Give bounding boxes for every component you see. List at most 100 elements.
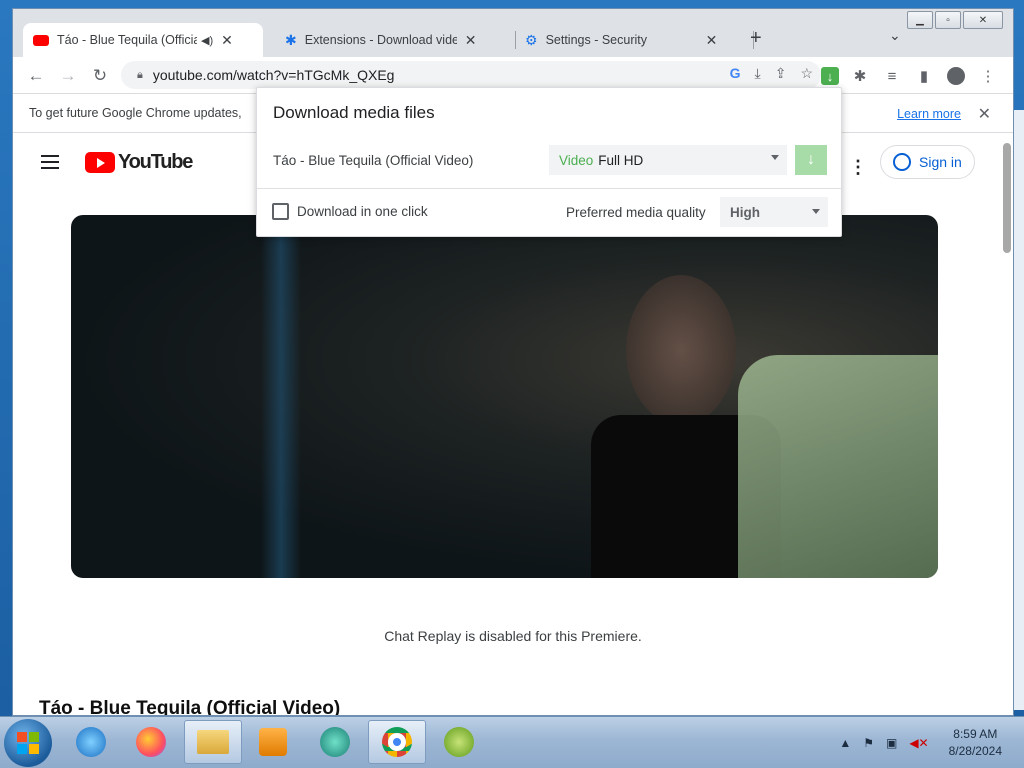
extensions-puzzle-icon[interactable]: ✱ [849,65,871,87]
download-button[interactable]: ↓ [795,145,827,175]
learn-more-link[interactable]: Learn more [897,107,961,121]
tab-label: Settings - Security [545,33,647,47]
preferred-quality-select[interactable]: High [720,197,828,227]
tab-search-chevron-icon[interactable]: ⌄ [889,27,901,44]
one-click-option[interactable]: Download in one click [272,203,428,220]
clock-time: 8:59 AM [953,727,998,741]
infobar-close-icon[interactable]: ✕ [978,104,991,124]
reload-icon[interactable]: ↻ [89,65,111,87]
close-window-button[interactable]: ✕ [963,11,1003,29]
avatar-icon [947,67,965,85]
clock[interactable]: 8:59 AM 8/28/2024 [949,726,1002,760]
download-arrow-icon: ↓ [807,151,815,168]
share-icon[interactable]: ⇪ [775,65,787,82]
omnibox-actions: G ⤓ ⇪ ☆ [730,65,813,82]
internet-explorer-icon [76,727,106,757]
teamviewer-app[interactable] [306,720,364,764]
network-icon[interactable]: ▣ [886,736,897,750]
tab-close-icon[interactable]: ✕ [706,32,718,49]
url-text: youtube.com/watch?v=hTGcMk_QXEg [152,67,395,83]
back-arrow-icon[interactable]: ← [25,65,47,87]
dropdown-arrow-icon [771,155,779,160]
hamburger-menu-icon[interactable] [41,155,59,173]
account-icon [893,153,911,171]
youtube-play-icon [85,152,115,173]
show-hidden-icons-icon[interactable]: ▲ [839,736,851,750]
tab-extensions[interactable]: ✱ Extensions - Download video & audio ✕ [275,23,509,57]
video-frame-person [738,355,938,578]
youtube-favicon-icon [33,34,49,46]
tab-label: Táo - Blue Tequila (Official Video) [57,33,197,47]
chrome-icon [382,727,412,757]
firefox-icon [136,727,166,757]
start-button[interactable] [4,719,52,767]
file-explorer-app[interactable] [184,720,242,764]
puzzle-icon: ✱ [285,31,297,48]
install-app-icon[interactable]: ⤓ [755,65,761,82]
bookmark-star-icon[interactable]: ☆ [800,65,813,82]
minimize-button[interactable]: ▁ [907,11,933,29]
youtube-wordmark: YouTube [118,151,193,173]
more-options-icon[interactable]: ⋮ [849,157,867,178]
system-tray: ▲ ⚑ ▣ ◀✕ 8:59 AM 8/28/2024 [839,717,1024,768]
maximize-button[interactable]: ▫ [935,11,961,29]
video-player[interactable] [71,215,938,578]
side-panel-icon[interactable]: ▮ [913,65,935,87]
dropdown-arrow-icon [812,209,820,214]
infobar-message: To get future Google Chrome updates, [29,106,242,120]
preferred-quality-value: High [730,204,760,220]
media-controls-icon[interactable]: ≡ [881,65,903,87]
coccoc-app[interactable] [430,720,488,764]
page-scrollbar[interactable] [1003,143,1011,253]
youtube-logo[interactable]: YouTube [85,151,193,174]
media-quality-select[interactable]: Video Full HD [549,145,787,175]
speaker-icon[interactable]: ◀) [201,34,213,47]
media-quality-value: Full HD [598,152,644,168]
video-title: Táo - Blue Tequila (Official Video) [39,698,341,715]
video-frame-light [261,215,301,578]
chat-replay-notice: Chat Replay is disabled for this Premier… [384,628,642,644]
media-kind-label: Video [559,152,594,168]
one-click-checkbox[interactable] [272,203,289,220]
chrome-app[interactable] [368,720,426,764]
media-name: Táo - Blue Tequila (Official Video) [273,153,474,168]
internet-explorer-app[interactable] [62,720,120,764]
teamviewer-icon [320,727,350,757]
preferred-quality-label: Preferred media quality [566,205,706,220]
tab-settings[interactable]: ⚙ Settings - Security ✕ [515,23,749,57]
chrome-window: ▁ ▫ ✕ Táo - Blue Tequila (Official Video… [12,8,1014,716]
window-controls: ▁ ▫ ✕ [907,11,1003,29]
tab-close-icon[interactable]: ✕ [221,32,233,49]
gear-icon: ⚙ [525,31,538,48]
tab-close-icon[interactable]: ✕ [465,32,477,49]
media-player-app[interactable] [244,720,302,764]
media-player-icon [259,728,287,756]
new-tab-button[interactable]: + [750,27,762,50]
google-lens-icon[interactable]: G [730,65,741,82]
chrome-menu-icon[interactable]: ⋮ [977,65,999,87]
volume-muted-icon[interactable]: ◀✕ [909,736,928,750]
sign-in-label: Sign in [919,154,962,170]
sign-in-button[interactable]: Sign in [880,145,975,179]
title-bar: ▁ ▫ ✕ Táo - Blue Tequila (Official Video… [13,9,1013,57]
popup-divider [257,188,841,189]
tab-youtube[interactable]: Táo - Blue Tequila (Official Video) ◀) ✕ [23,23,263,57]
address-bar[interactable]: 🔒︎ youtube.com/watch?v=hTGcMk_QXEg G ⤓ ⇪… [121,61,821,89]
taskbar: ▲ ⚑ ▣ ◀✕ 8:59 AM 8/28/2024 [0,716,1024,768]
lock-icon[interactable]: 🔒︎ [137,69,143,82]
popup-heading: Download media files [273,103,435,122]
download-media-popup: Download media files Táo - Blue Tequila … [256,87,842,237]
coccoc-icon [444,727,474,757]
windows-logo-icon [17,732,39,754]
forward-arrow-icon[interactable]: → [57,65,79,87]
folder-icon [197,730,229,754]
profile-avatar[interactable] [945,65,967,87]
download-arrow-icon: ↓ [821,67,839,85]
video-frame-figure [626,275,736,425]
firefox-app[interactable] [122,720,180,764]
download-extension-button[interactable]: ↓ [819,65,841,87]
one-click-label: Download in one click [297,204,428,219]
clock-date: 8/28/2024 [948,744,1002,758]
tab-label: Extensions - Download video & audio [304,33,457,47]
action-center-flag-icon[interactable]: ⚑ [863,736,874,750]
